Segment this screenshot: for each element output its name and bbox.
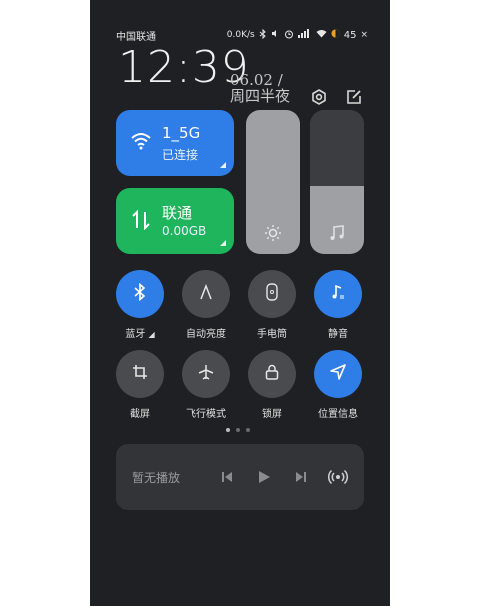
expand-corner-icon (220, 240, 226, 246)
page-dot-active (226, 428, 230, 432)
date-value: 06.02 / (230, 71, 283, 89)
flashlight-icon (265, 283, 279, 305)
data-arrows-icon (132, 209, 150, 234)
screenshot-label: 截屏 (130, 409, 150, 420)
lock-screen-toggle[interactable] (248, 350, 296, 398)
previous-track-icon[interactable] (216, 466, 238, 488)
wifi-tile[interactable]: 1_5G 已连接 (116, 110, 234, 176)
bluetooth-toggle[interactable] (116, 270, 164, 318)
mute-toggle[interactable] (314, 270, 362, 318)
battery-saver-icon (331, 29, 340, 41)
mobile-tile-subtitle: 0.00GB (162, 224, 207, 238)
network-speed: 0.0K/s (226, 30, 255, 40)
media-status-text: 暂无播放 (132, 471, 181, 485)
control-center: 中国联通 0.0K/s 45 × 12:39 06.02 / 周四半夜 1_5G… (90, 0, 390, 606)
wifi-tile-subtitle: 已连接 (162, 148, 199, 162)
battery-cross-icon: × (360, 30, 368, 40)
auto-brightness-toggle[interactable] (182, 270, 230, 318)
volume-slider[interactable] (310, 110, 364, 254)
status-bar: 中国联通 0.0K/s 45 × (116, 28, 368, 43)
cast-audio-icon[interactable] (327, 466, 349, 488)
weekday: 周四半夜 (230, 87, 291, 105)
bluetooth-label: 蓝牙 ◢ (125, 329, 155, 340)
volume-fill (310, 186, 364, 254)
date: 06.02 / 周四半夜 (230, 72, 290, 104)
play-icon[interactable] (253, 466, 275, 488)
media-player: 暂无播放 (116, 444, 364, 510)
mute-icon (330, 283, 346, 305)
edit-icon[interactable] (345, 88, 363, 106)
page-dot (236, 428, 240, 432)
brightness-slider[interactable] (246, 110, 300, 254)
location-icon (330, 364, 346, 384)
airplane-mode-toggle[interactable] (182, 350, 230, 398)
bluetooth-icon (133, 282, 147, 305)
mute-label: 静音 (328, 329, 348, 340)
music-note-icon (328, 224, 346, 242)
location-label: 位置信息 (318, 409, 358, 420)
wifi-icon (130, 132, 152, 154)
flashlight-label: 手电筒 (257, 329, 287, 340)
mute-status-icon (271, 29, 280, 41)
auto-brightness-label: 自动亮度 (186, 329, 226, 340)
page-dot (246, 428, 250, 432)
page-indicator (226, 428, 250, 432)
mobile-data-tile[interactable]: 联通 0.00GB (116, 188, 234, 254)
battery-level: 45 (343, 29, 357, 41)
carrier-label: 中国联通 (116, 31, 156, 43)
expand-corner-icon (220, 162, 226, 168)
airplane-mode-label: 飞行模式 (186, 409, 226, 420)
signal-status-icon (297, 29, 312, 41)
next-track-icon[interactable] (290, 466, 312, 488)
wifi-tile-title: 1_5G (162, 124, 201, 142)
mobile-tile-title: 联通 (162, 204, 193, 222)
lock-icon (265, 364, 279, 384)
screenshot-icon (132, 364, 148, 384)
sun-icon (264, 224, 282, 242)
lock-screen-label: 锁屏 (262, 409, 282, 420)
screenshot-toggle[interactable] (116, 350, 164, 398)
alarm-status-icon (284, 29, 294, 42)
wifi-status-icon (316, 29, 327, 41)
airplane-icon (198, 364, 214, 384)
location-toggle[interactable] (314, 350, 362, 398)
auto-brightness-icon (199, 283, 213, 304)
settings-icon[interactable] (310, 88, 328, 106)
bluetooth-status-icon (259, 28, 267, 42)
flashlight-toggle[interactable] (248, 270, 296, 318)
